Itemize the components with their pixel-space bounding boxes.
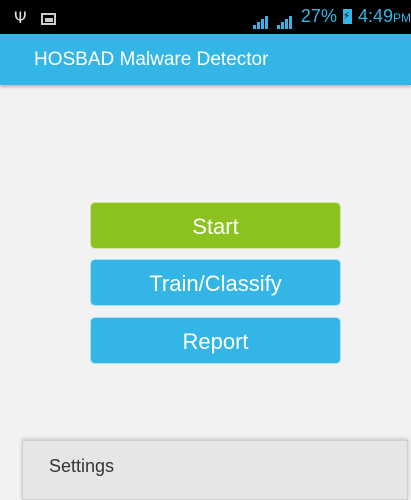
train-classify-button[interactable]: Train/Classify: [90, 259, 341, 306]
signal-icon-2: [276, 8, 293, 29]
settings-menu-item[interactable]: Settings: [49, 456, 114, 477]
status-right: 27% 4:49PM: [252, 6, 411, 29]
signal-icon-1: [252, 8, 269, 29]
battery-charging-icon: [342, 9, 352, 24]
clock-ampm: PM: [393, 11, 411, 25]
battery-percent: 27%: [300, 6, 337, 26]
action-bar: HOSBAD Malware Detector: [0, 34, 411, 85]
usb-icon: Ψ: [14, 8, 27, 27]
options-menu: Settings: [22, 440, 408, 500]
notification-icons: Ψ: [14, 8, 57, 28]
start-button[interactable]: Start: [90, 202, 341, 249]
app-title: HOSBAD Malware Detector: [34, 49, 269, 70]
report-button[interactable]: Report: [90, 317, 341, 364]
image-icon: [41, 13, 57, 25]
clock-time: 4:49: [357, 6, 393, 26]
status-bar: Ψ 27% 4:49PM: [0, 0, 411, 34]
